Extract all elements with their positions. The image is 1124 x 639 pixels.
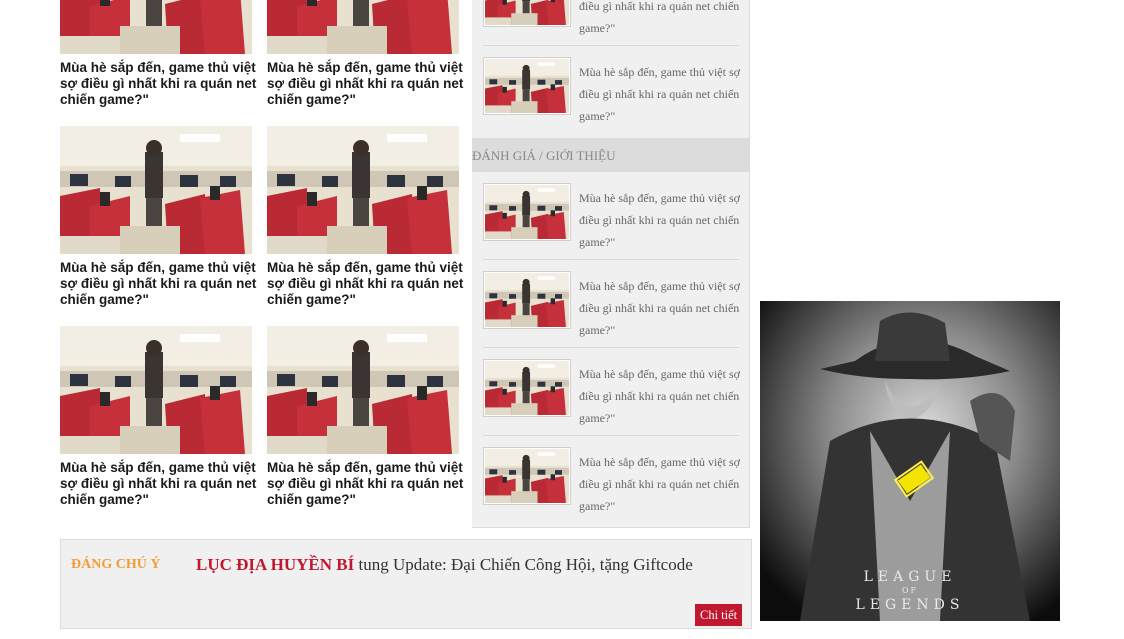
article-card[interactable]: Mùa hè sắp đến, game thủ việt sợ điều gì…	[267, 326, 463, 507]
sidebar: Mùa hè sắp đến, game thủ việt sợ điều gì…	[472, 0, 750, 528]
sidebar-item[interactable]: Mùa hè sắp đến, game thủ việt sợ điều gì…	[483, 57, 740, 145]
league-of-legends-ad[interactable]: LEAGUE OF LEGENDS	[760, 301, 1060, 621]
section-heading: ĐÁNH GIÁ / GIỚI THIỆU	[472, 138, 749, 172]
ad-logo-line1: LEAGUE	[863, 569, 957, 585]
article-thumbnail[interactable]	[60, 126, 252, 254]
sidebar-item-title[interactable]: Mùa hè sắp đến, game thủ việt sợ điều gì…	[579, 275, 743, 341]
sidebar-item[interactable]: Mùa hè sắp đến, game thủ việt sợ điều gì…	[483, 359, 740, 447]
article-title[interactable]: Mùa hè sắp đến, game thủ việt sợ điều gì…	[60, 60, 260, 108]
article-thumbnail[interactable]	[60, 0, 252, 54]
notice-headline[interactable]: LỤC ĐỊA HUYỀN BÍ tung Update: Đại Chiến …	[196, 555, 693, 575]
sidebar-thumbnail[interactable]	[483, 271, 571, 329]
article-title[interactable]: Mùa hè sắp đến, game thủ việt sợ điều gì…	[60, 460, 260, 508]
sidebar-item[interactable]: Mùa hè sắp đến, game thủ việt sợ điều gì…	[483, 0, 739, 57]
article-title[interactable]: Mùa hè sắp đến, game thủ việt sợ điều gì…	[60, 260, 260, 308]
article-card[interactable]: Mùa hè sắp đến, game thủ việt sợ điều gì…	[60, 0, 256, 107]
notice-bar: ĐÁNG CHÚ Ý LỤC ĐỊA HUYỀN BÍ tung Update:…	[60, 539, 752, 629]
article-card[interactable]: Mùa hè sắp đến, game thủ việt sợ điều gì…	[267, 126, 463, 307]
sidebar-item-title[interactable]: Mùa hè sắp đến, game thủ việt sợ điều gì…	[579, 451, 743, 517]
sidebar-item-title[interactable]: Mùa hè sắp đến, game thủ việt sợ điều gì…	[579, 363, 743, 429]
sidebar-item[interactable]: Mùa hè sắp đến, game thủ việt sợ điều gì…	[483, 183, 740, 271]
article-thumbnail[interactable]	[267, 126, 459, 254]
divider	[483, 259, 739, 260]
article-card[interactable]: Mùa hè sắp đến, game thủ việt sợ điều gì…	[60, 326, 256, 507]
notice-highlight[interactable]: LỤC ĐỊA HUYỀN BÍ	[196, 555, 354, 574]
sidebar-item[interactable]: Mùa hè sắp đến, game thủ việt sợ điều gì…	[483, 447, 740, 535]
article-title[interactable]: Mùa hè sắp đến, game thủ việt sợ điều gì…	[267, 460, 467, 508]
details-button[interactable]: Chi tiết	[695, 604, 743, 626]
article-title[interactable]: Mùa hè sắp đến, game thủ việt sợ điều gì…	[267, 60, 467, 108]
article-card[interactable]: Mùa hè sắp đến, game thủ việt sợ điều gì…	[60, 126, 256, 307]
notice-label: ĐÁNG CHÚ Ý	[71, 557, 161, 572]
sidebar-thumbnail[interactable]	[483, 359, 571, 417]
sidebar-thumbnail[interactable]	[483, 0, 571, 27]
sidebar-item-title[interactable]: Mùa hè sắp đến, game thủ việt sợ điều gì…	[579, 187, 743, 253]
divider	[483, 435, 739, 436]
sidebar-thumbnail[interactable]	[483, 57, 571, 115]
sidebar-thumbnail[interactable]	[483, 183, 571, 241]
article-thumbnail[interactable]	[267, 326, 459, 454]
divider	[483, 45, 739, 46]
divider	[483, 347, 739, 348]
notice-text[interactable]: tung Update: Đại Chiến Công Hội, tặng Gi…	[354, 555, 692, 574]
article-title[interactable]: Mùa hè sắp đến, game thủ việt sợ điều gì…	[267, 260, 467, 308]
sidebar-item-title[interactable]: Mùa hè sắp đến, game thủ việt sợ điều gì…	[579, 0, 743, 39]
ad-logo-line3: LEGENDS	[855, 597, 965, 613]
ad-logo-line2: OF	[901, 586, 919, 595]
article-card[interactable]: Mùa hè sắp đến, game thủ việt sợ điều gì…	[267, 0, 463, 107]
sidebar-item-title[interactable]: Mùa hè sắp đến, game thủ việt sợ điều gì…	[579, 61, 743, 127]
article-thumbnail[interactable]	[60, 326, 252, 454]
section-heading-label: ĐÁNH GIÁ / GIỚI THIỆU	[472, 148, 616, 163]
article-thumbnail[interactable]	[267, 0, 459, 54]
sidebar-thumbnail[interactable]	[483, 447, 571, 505]
sidebar-item[interactable]: Mùa hè sắp đến, game thủ việt sợ điều gì…	[483, 271, 740, 359]
